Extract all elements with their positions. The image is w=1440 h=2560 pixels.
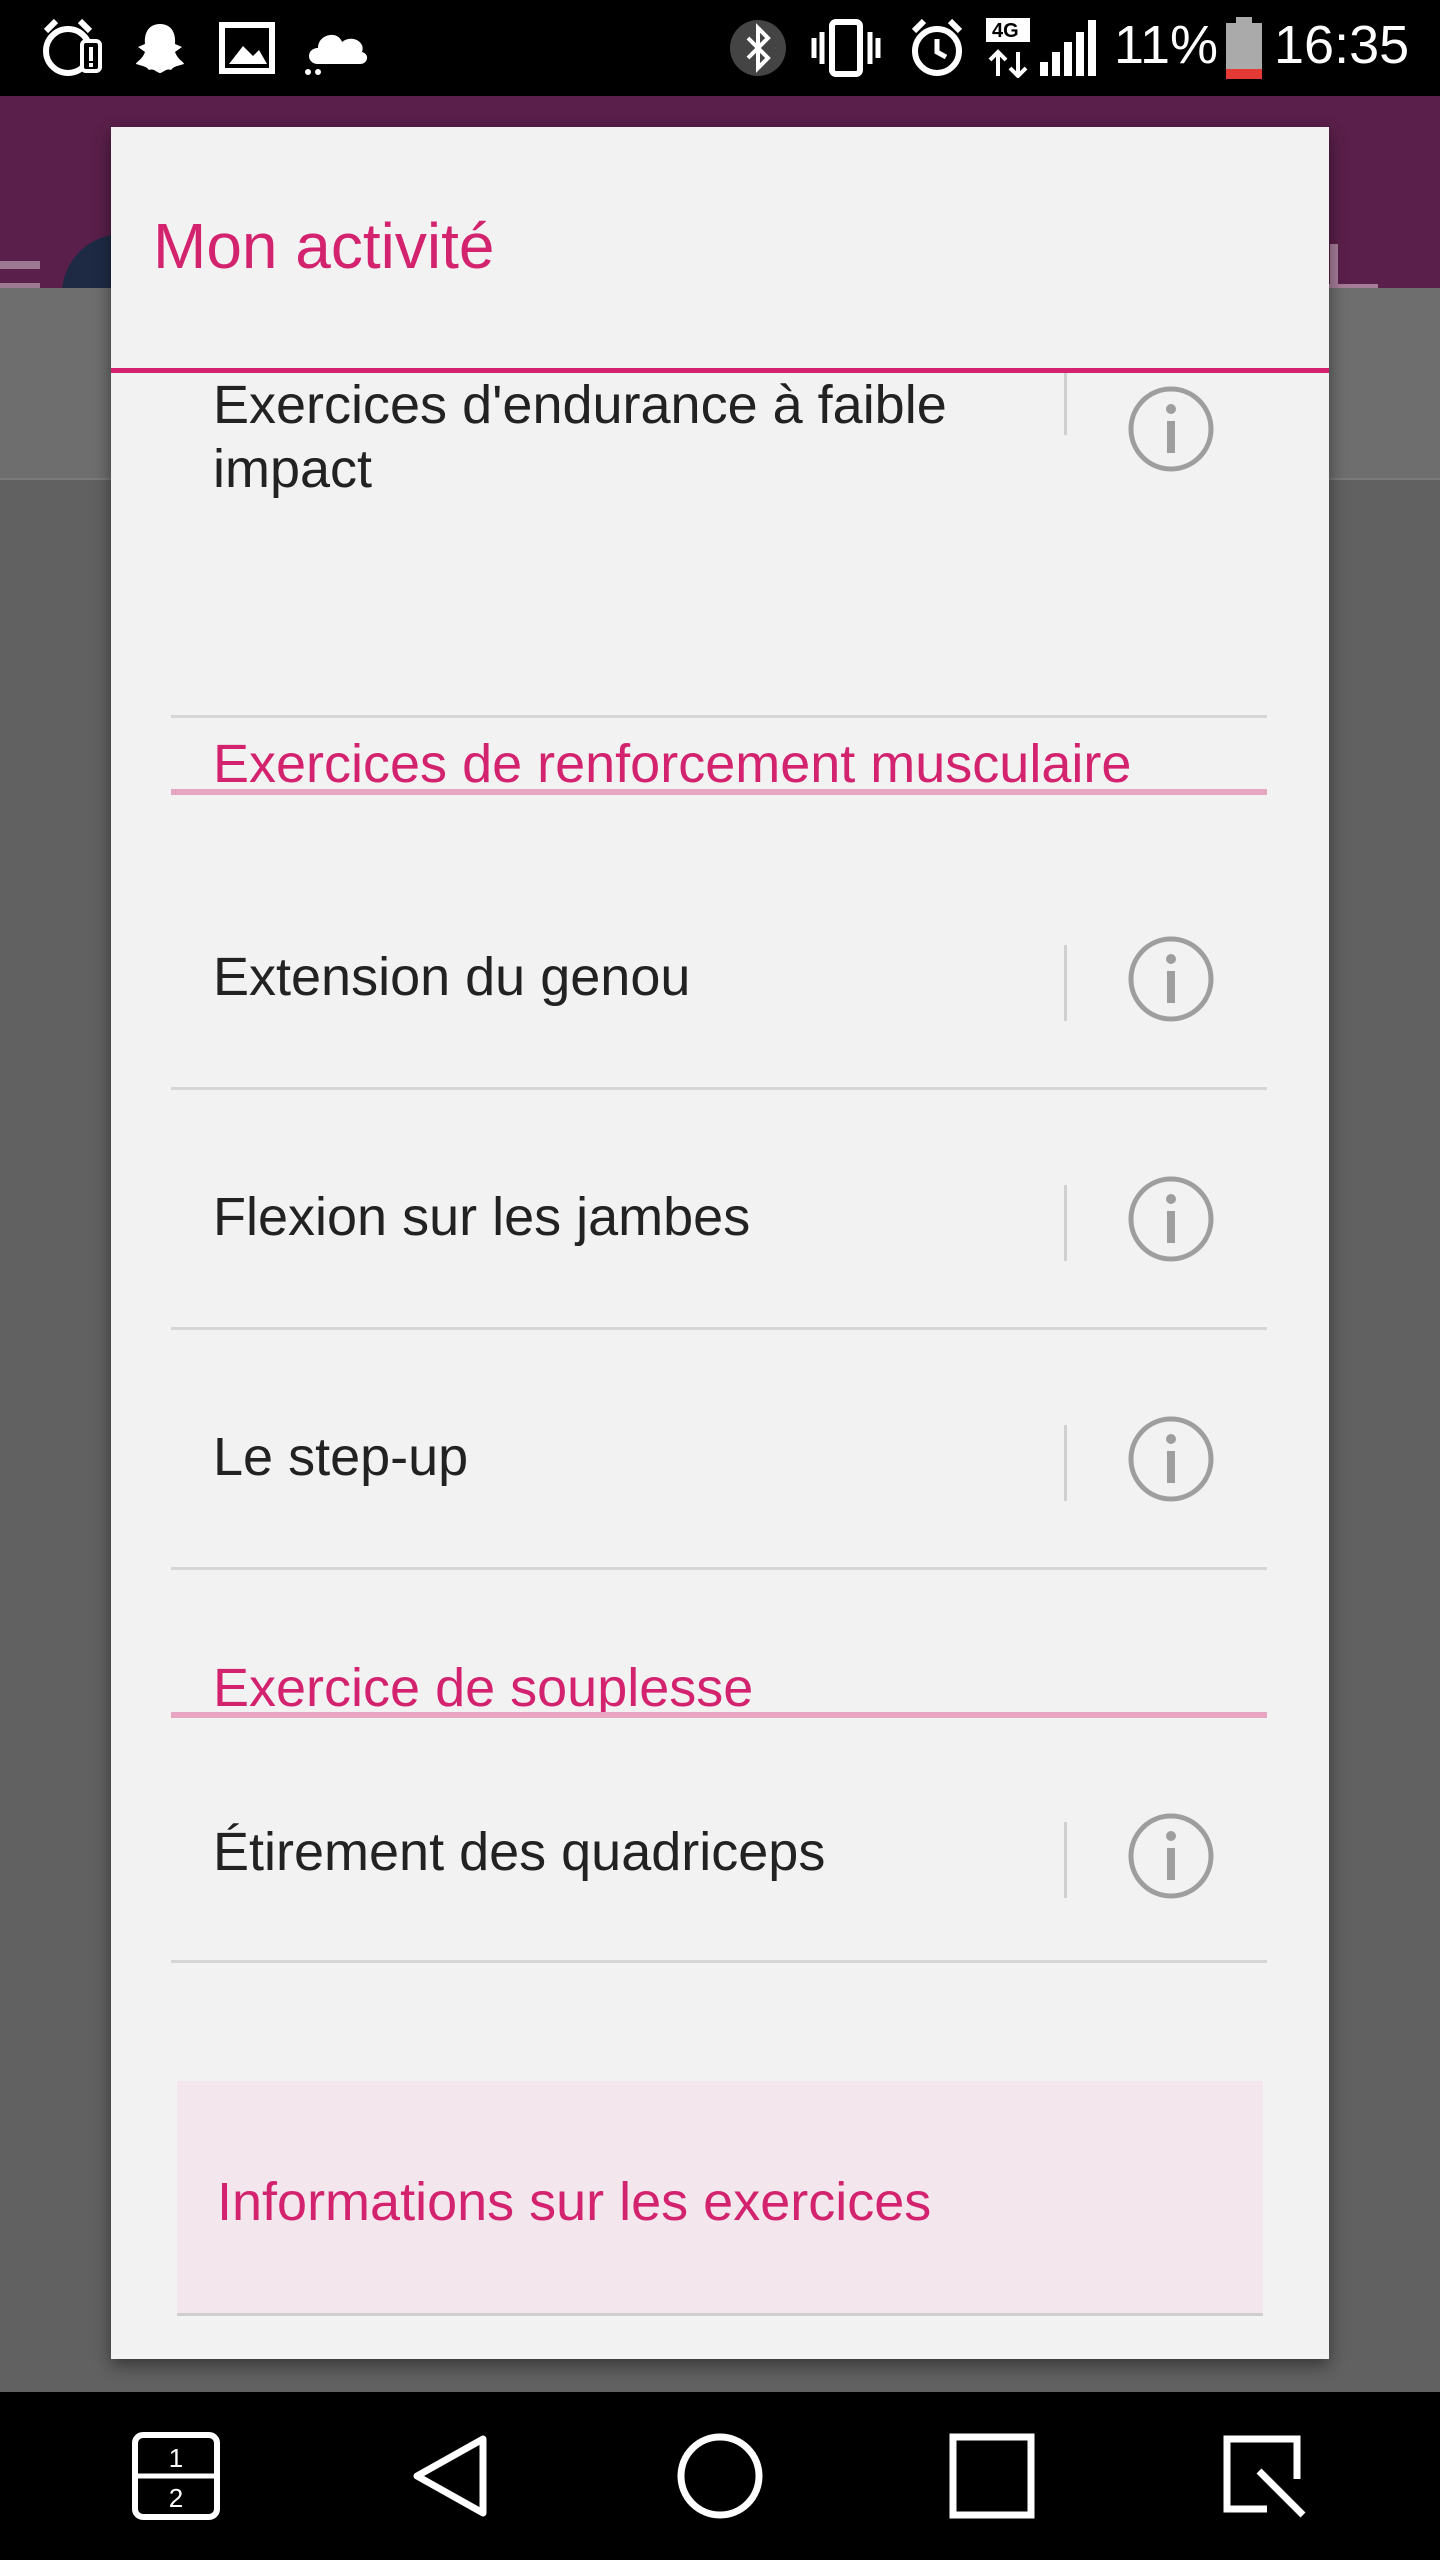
- nav-bar: 1 2: [0, 2392, 1440, 2560]
- info-icon[interactable]: [1127, 1415, 1215, 1503]
- section-title: Exercice de souplesse: [213, 1658, 754, 1718]
- item-label: Le step-up: [213, 1427, 469, 1487]
- cloud-icon: [300, 18, 372, 78]
- row-divider: [171, 1960, 1267, 1963]
- back-button[interactable]: [400, 2426, 500, 2526]
- list-item-step-up[interactable]: Le step-up: [171, 1337, 1267, 1577]
- bluetooth-icon: [728, 18, 788, 78]
- recents-icon: [949, 2433, 1035, 2519]
- dual-window-button[interactable]: 1 2: [126, 2426, 226, 2526]
- list-item-leg-flexion[interactable]: Flexion sur les jambes: [171, 1097, 1267, 1337]
- list-item-quadriceps-stretch[interactable]: Étirement des quadriceps: [171, 1732, 1267, 1972]
- info-icon[interactable]: [1127, 385, 1215, 473]
- row-divider: [171, 1087, 1267, 1090]
- qslide-icon: [1223, 2435, 1306, 2518]
- item-separator: [1064, 945, 1067, 1021]
- item-separator: [1064, 1185, 1067, 1261]
- item-label-line2: impact: [213, 439, 373, 499]
- recents-button[interactable]: [942, 2426, 1042, 2526]
- gallery-icon: [218, 18, 276, 78]
- info-icon[interactable]: [1127, 1812, 1215, 1900]
- home-icon: [677, 2433, 763, 2519]
- activity-dialog: Mon activité Exercices d'endurance à fai…: [111, 127, 1329, 2359]
- item-label: Étirement des quadriceps: [213, 1822, 826, 1882]
- exercise-info-label: Informations sur les exercices: [217, 2172, 932, 2232]
- alarm-warning-icon: [38, 18, 104, 78]
- dual-window-top-label: 1: [169, 2443, 183, 2473]
- item-label: Extension du genou: [213, 947, 691, 1007]
- list-item-endurance[interactable]: Exercices d'endurance à faible impact: [171, 373, 1267, 719]
- list-item-knee-extension[interactable]: Extension du genou: [171, 857, 1267, 1097]
- alarm-icon: [906, 18, 968, 78]
- section-strength: Exercices de renforcement musculaire: [171, 675, 1267, 805]
- dual-window-bottom-label: 2: [169, 2483, 183, 2513]
- qslide-button[interactable]: [1214, 2426, 1314, 2526]
- item-separator: [1064, 1822, 1067, 1898]
- row-divider: [171, 1327, 1267, 1330]
- exercise-info-button[interactable]: Informations sur les exercices: [177, 2081, 1263, 2316]
- item-separator: [1064, 1425, 1067, 1501]
- status-bar: 4G 11% 16:35: [0, 0, 1440, 96]
- section-title: Exercices de renforcement musculaire: [213, 734, 1132, 794]
- section-underline: [171, 1712, 1267, 1718]
- home-button[interactable]: [670, 2426, 770, 2526]
- item-separator: [1064, 373, 1067, 435]
- network-type: 4G: [992, 20, 1019, 42]
- clock: 16:35: [1274, 15, 1410, 75]
- battery-icon: [1226, 17, 1262, 79]
- battery-percent: 11%: [1114, 15, 1219, 75]
- dialog-title: Mon activité: [153, 210, 495, 282]
- signal-icon: [1038, 18, 1100, 78]
- item-label: Flexion sur les jambes: [213, 1187, 751, 1247]
- dual-window-icon: 1 2: [132, 2432, 220, 2520]
- item-label-line1: Exercices d'endurance à faible: [213, 375, 947, 435]
- section-underline: [171, 789, 1267, 795]
- vibrate-icon: [808, 18, 884, 78]
- row-divider: [171, 1567, 1267, 1570]
- info-icon[interactable]: [1127, 1175, 1215, 1263]
- section-flexibility: Exercice de souplesse: [171, 1599, 1267, 1729]
- info-icon[interactable]: [1127, 935, 1215, 1023]
- back-icon: [413, 2435, 487, 2517]
- snapchat-icon: [132, 18, 188, 78]
